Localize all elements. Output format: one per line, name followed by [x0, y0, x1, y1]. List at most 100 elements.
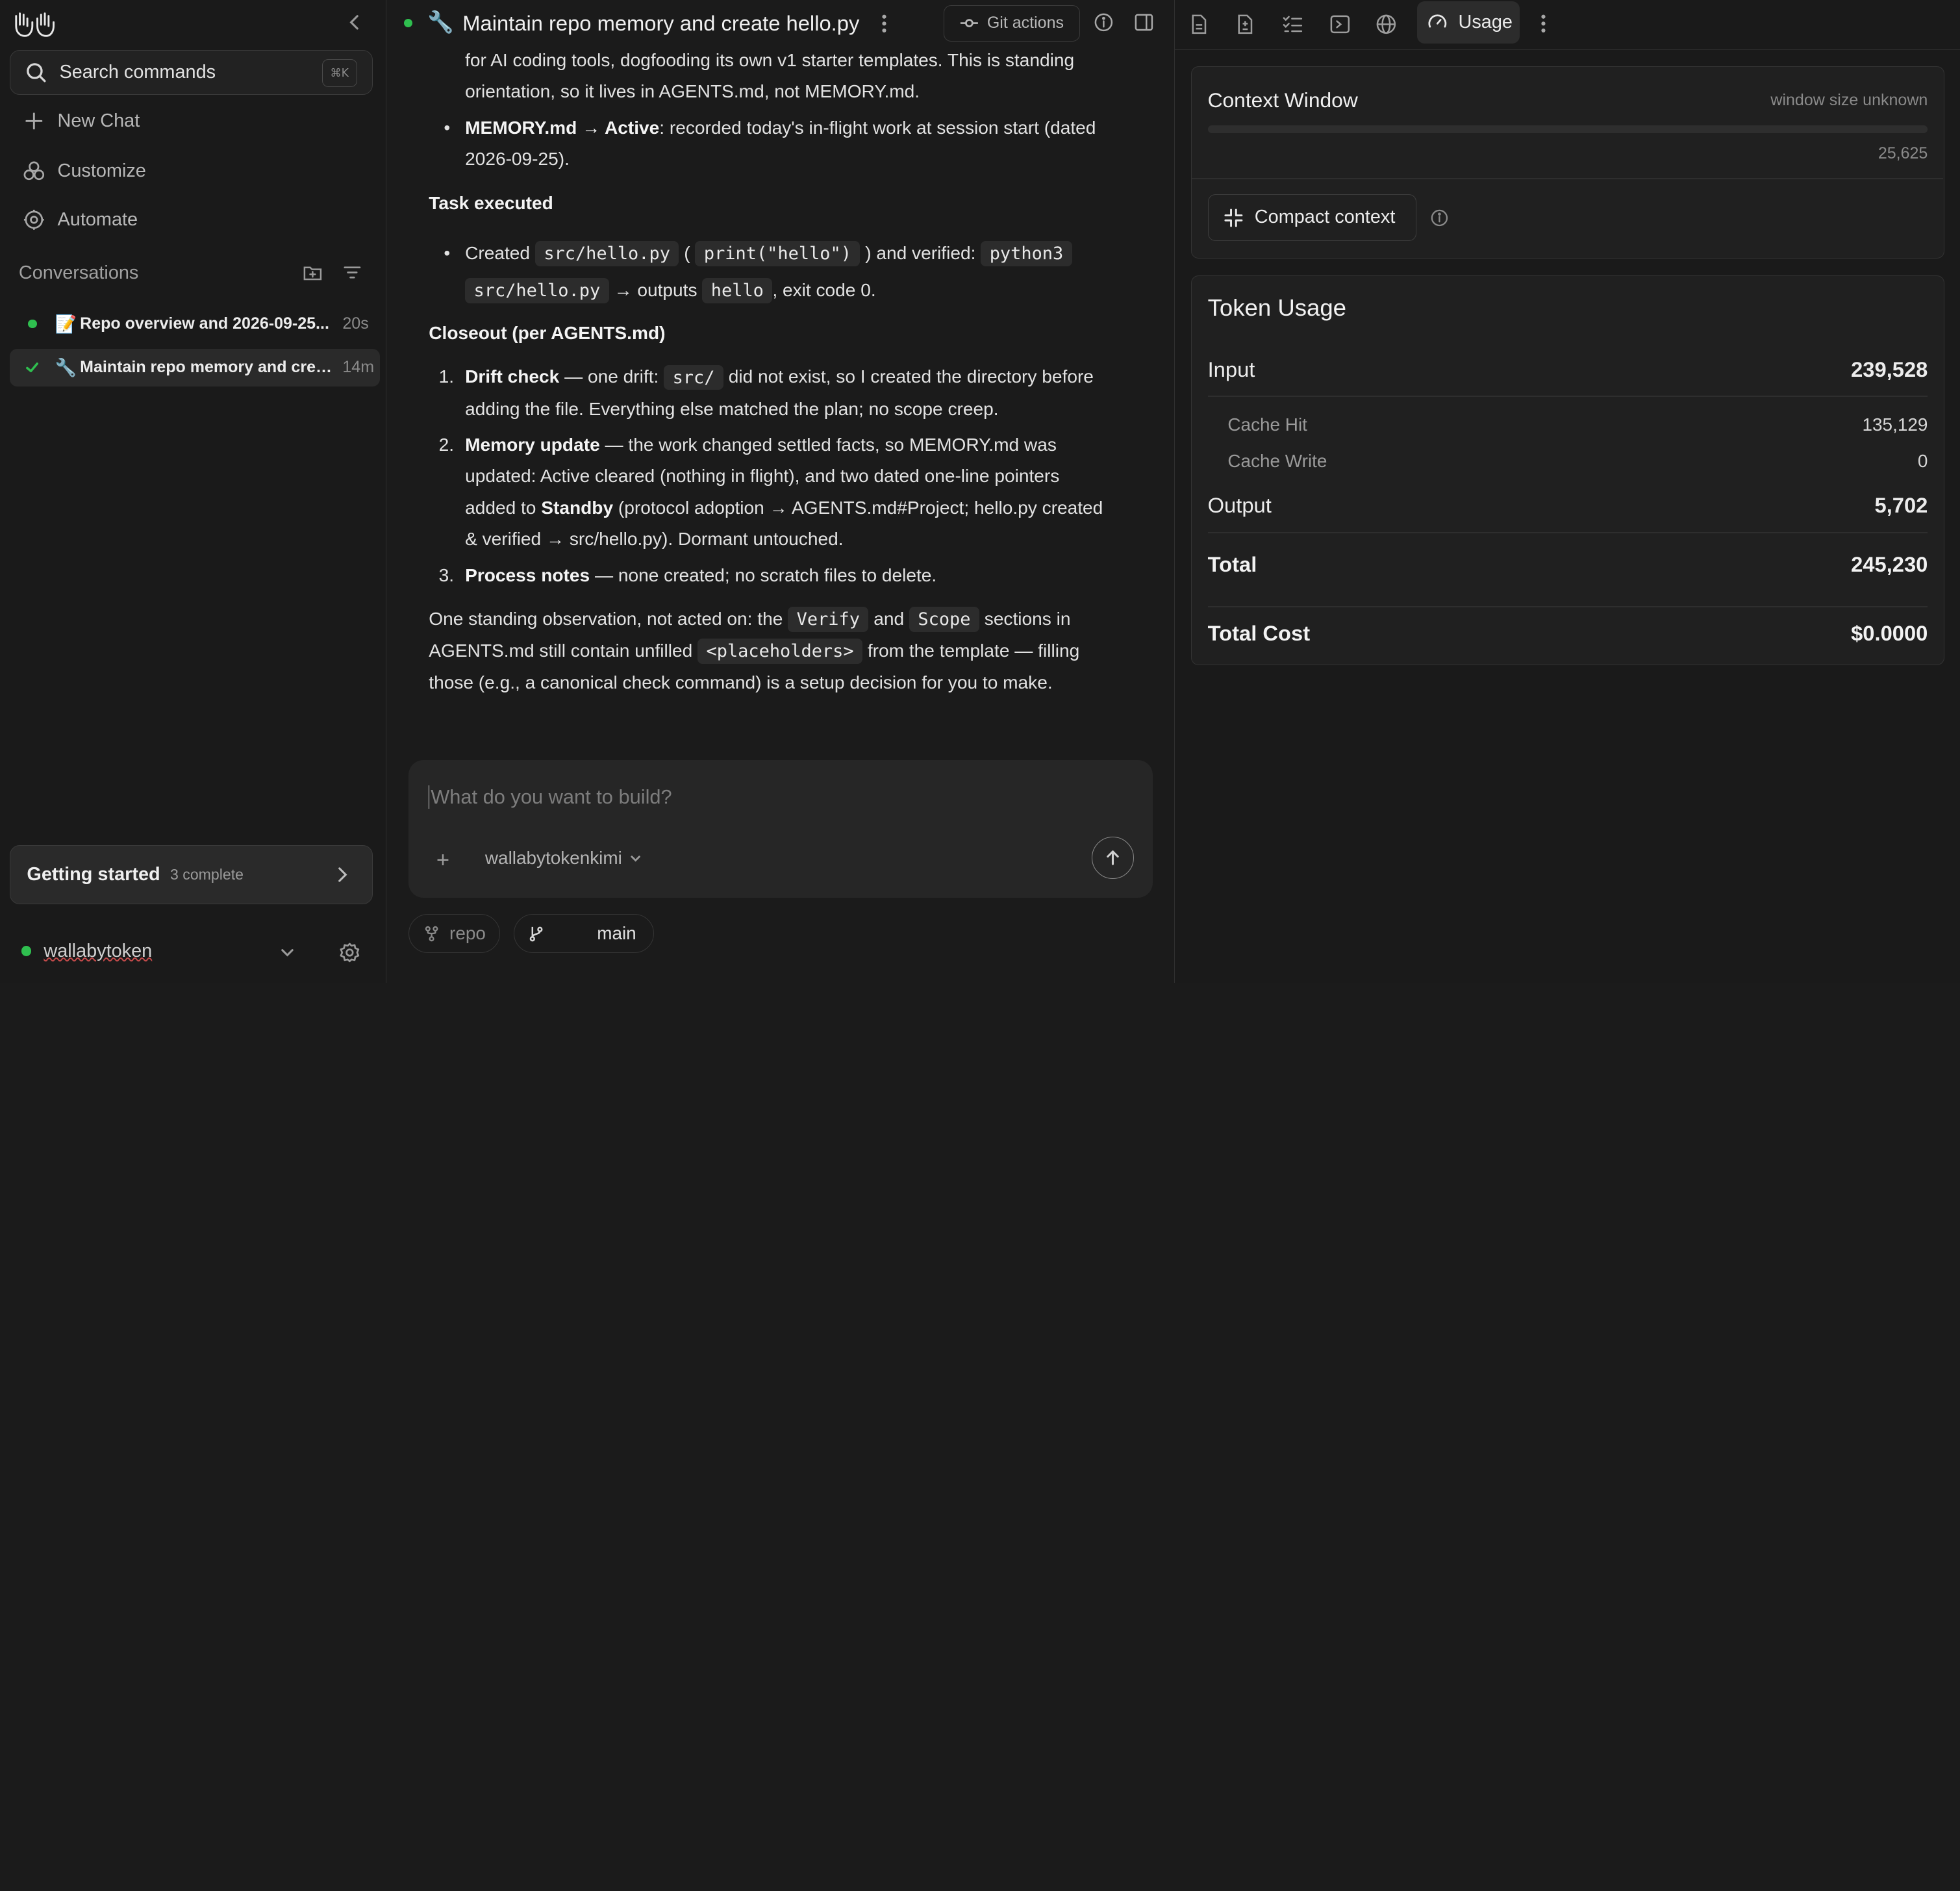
getting-started-card[interactable]: Getting started 3 complete	[10, 845, 373, 904]
conversation-emoji: 📝	[55, 314, 77, 334]
repo-chip[interactable]: repo	[408, 914, 500, 953]
item-number: 3.	[438, 565, 455, 585]
compact-context-button[interactable]: Compact context	[1207, 194, 1417, 241]
git-commit-icon	[959, 16, 979, 31]
message-text: for AI coding tools, dogfooding its own …	[429, 45, 1141, 107]
repo-label: repo	[449, 923, 486, 943]
cache-write-row: Cache Write 0	[1227, 451, 1928, 472]
model-name: wallabytokenkimi	[484, 848, 622, 869]
app-window: Search commands ⌘K New Chat Customize Au…	[0, 0, 1960, 984]
app-logo-icon	[12, 8, 57, 38]
toggle-panel-icon[interactable]	[1134, 12, 1154, 32]
cache-hit-value: 135,129	[1862, 414, 1928, 435]
cache-hit-label: Cache Hit	[1227, 414, 1307, 435]
info-icon[interactable]	[1430, 209, 1449, 227]
conversation-item[interactable]: 📝 Repo overview and 2026-09-25... 20s	[10, 305, 380, 343]
text-span: — one drift:	[559, 366, 659, 387]
fork-icon	[425, 926, 438, 942]
input-value: 239,528	[1851, 357, 1928, 381]
panel-tabbar: Usage	[1174, 0, 1960, 50]
customize-button[interactable]: Customize	[23, 160, 146, 183]
chat-panel: 🔧 Maintain repo memory and create hello.…	[387, 0, 1173, 984]
text-span: from the template — filling	[867, 641, 1080, 661]
globe-icon[interactable]	[1376, 14, 1397, 35]
send-button[interactable]	[1091, 836, 1134, 880]
shortcut-badge: ⌘K	[321, 59, 357, 87]
conversation-title: Maintain repo memory and crea...	[80, 358, 338, 377]
text-span: added to	[465, 497, 542, 518]
bold-text: Drift check	[465, 366, 560, 387]
search-commands-button[interactable]: Search commands ⌘K	[10, 50, 373, 95]
message-composer[interactable]: What do you want to build? + wallabytoke…	[408, 760, 1153, 898]
search-label: Search commands	[59, 62, 216, 83]
git-actions-label: Git actions	[986, 14, 1064, 32]
conversation-emoji: 🔧	[55, 357, 77, 377]
composer-input[interactable]: What do you want to build?	[429, 785, 672, 809]
input-row: Input 239,528	[1208, 357, 1928, 382]
text-span: & verified → src/hello.py). Dormant unto…	[465, 528, 844, 549]
output-label: Output	[1207, 493, 1272, 518]
new-folder-icon[interactable]	[303, 262, 323, 283]
text-line: for AI coding tools, dogfooding its own …	[465, 50, 1075, 71]
section-heading: Task executed	[429, 188, 1141, 219]
window-size-text: window size unknown	[1770, 90, 1928, 109]
item-number: 1.	[438, 366, 455, 387]
text-span: Created	[465, 242, 531, 263]
bold-text: Process notes	[465, 565, 590, 585]
arrow-up-icon	[1106, 850, 1119, 865]
numbered-item: 1. Drift check — one drift: src/ did not …	[429, 361, 1141, 424]
conversations-heading: Conversations	[18, 262, 139, 284]
text-span: One standing observation, not acted on: …	[429, 608, 783, 629]
output-row: Output 5,702	[1208, 493, 1928, 518]
bold-text: MEMORY.md → Active	[465, 118, 660, 138]
text-span: (protocol adoption → AGENTS.md#Project; …	[613, 497, 1103, 518]
conversation-item-active[interactable]: 🔧 Maintain repo memory and crea... 14m	[10, 349, 381, 387]
more-options-icon[interactable]	[1535, 12, 1552, 35]
file-icon[interactable]	[1188, 14, 1210, 35]
total-cost-label: Total Cost	[1207, 620, 1311, 645]
inline-code: python3	[981, 241, 1072, 266]
git-actions-button[interactable]: Git actions	[944, 5, 1081, 42]
total-cost-value: $0.0000	[1851, 620, 1928, 645]
filter-icon[interactable]	[342, 262, 362, 283]
check-icon	[25, 360, 40, 375]
chevron-right-icon	[334, 866, 349, 883]
observation-paragraph: One standing observation, not acted on: …	[429, 603, 1141, 698]
inline-code: hello	[702, 277, 773, 303]
plus-icon	[23, 110, 45, 133]
inline-code: Verify	[788, 607, 869, 632]
token-usage-title: Token Usage	[1207, 294, 1347, 322]
more-options-icon[interactable]	[875, 12, 893, 35]
cache-hit-row: Cache Hit 135,129	[1227, 414, 1928, 435]
running-status-dot	[25, 319, 40, 329]
file-diff-icon[interactable]	[1235, 14, 1256, 35]
attach-plus-icon[interactable]: +	[436, 848, 449, 873]
cache-write-label: Cache Write	[1227, 451, 1327, 471]
text-span: updated: Active cleared (nothing in flig…	[465, 466, 1060, 487]
context-window-title: Context Window	[1207, 88, 1358, 112]
chevron-down-icon[interactable]	[279, 944, 296, 961]
text-span: sections in	[984, 608, 1071, 629]
tab-usage[interactable]: Usage	[1417, 1, 1520, 44]
section-heading: Closeout (per AGENTS.md)	[429, 318, 1141, 349]
user-account[interactable]: wallabytoken	[21, 941, 152, 962]
automate-label: Automate	[57, 209, 138, 231]
collapse-sidebar-icon[interactable]	[345, 12, 365, 32]
checklist-icon[interactable]	[1282, 14, 1303, 35]
online-status-dot	[21, 946, 32, 956]
customize-icon	[23, 160, 45, 183]
inline-code: <placeholders>	[697, 639, 863, 664]
settings-gear-icon[interactable]	[339, 942, 360, 963]
text-span: adding the file. Everything else matched…	[465, 398, 999, 419]
getting-started-progress: 3 complete	[170, 866, 244, 883]
chat-title-emoji: 🔧	[427, 10, 455, 34]
context-token-count: 25,625	[1878, 144, 1928, 163]
terminal-icon[interactable]	[1329, 14, 1351, 35]
automate-button[interactable]: Automate	[23, 209, 138, 231]
bullet-item: • Created src/hello.py ( print("hello") )…	[429, 235, 1141, 309]
model-selector[interactable]: wallabytokenkimi	[485, 848, 642, 869]
info-icon[interactable]	[1094, 12, 1114, 32]
new-chat-button[interactable]: New Chat	[23, 110, 140, 133]
assistant-message: for AI coding tools, dogfooding its own …	[429, 45, 1141, 698]
branch-chip[interactable]: main	[514, 914, 654, 953]
